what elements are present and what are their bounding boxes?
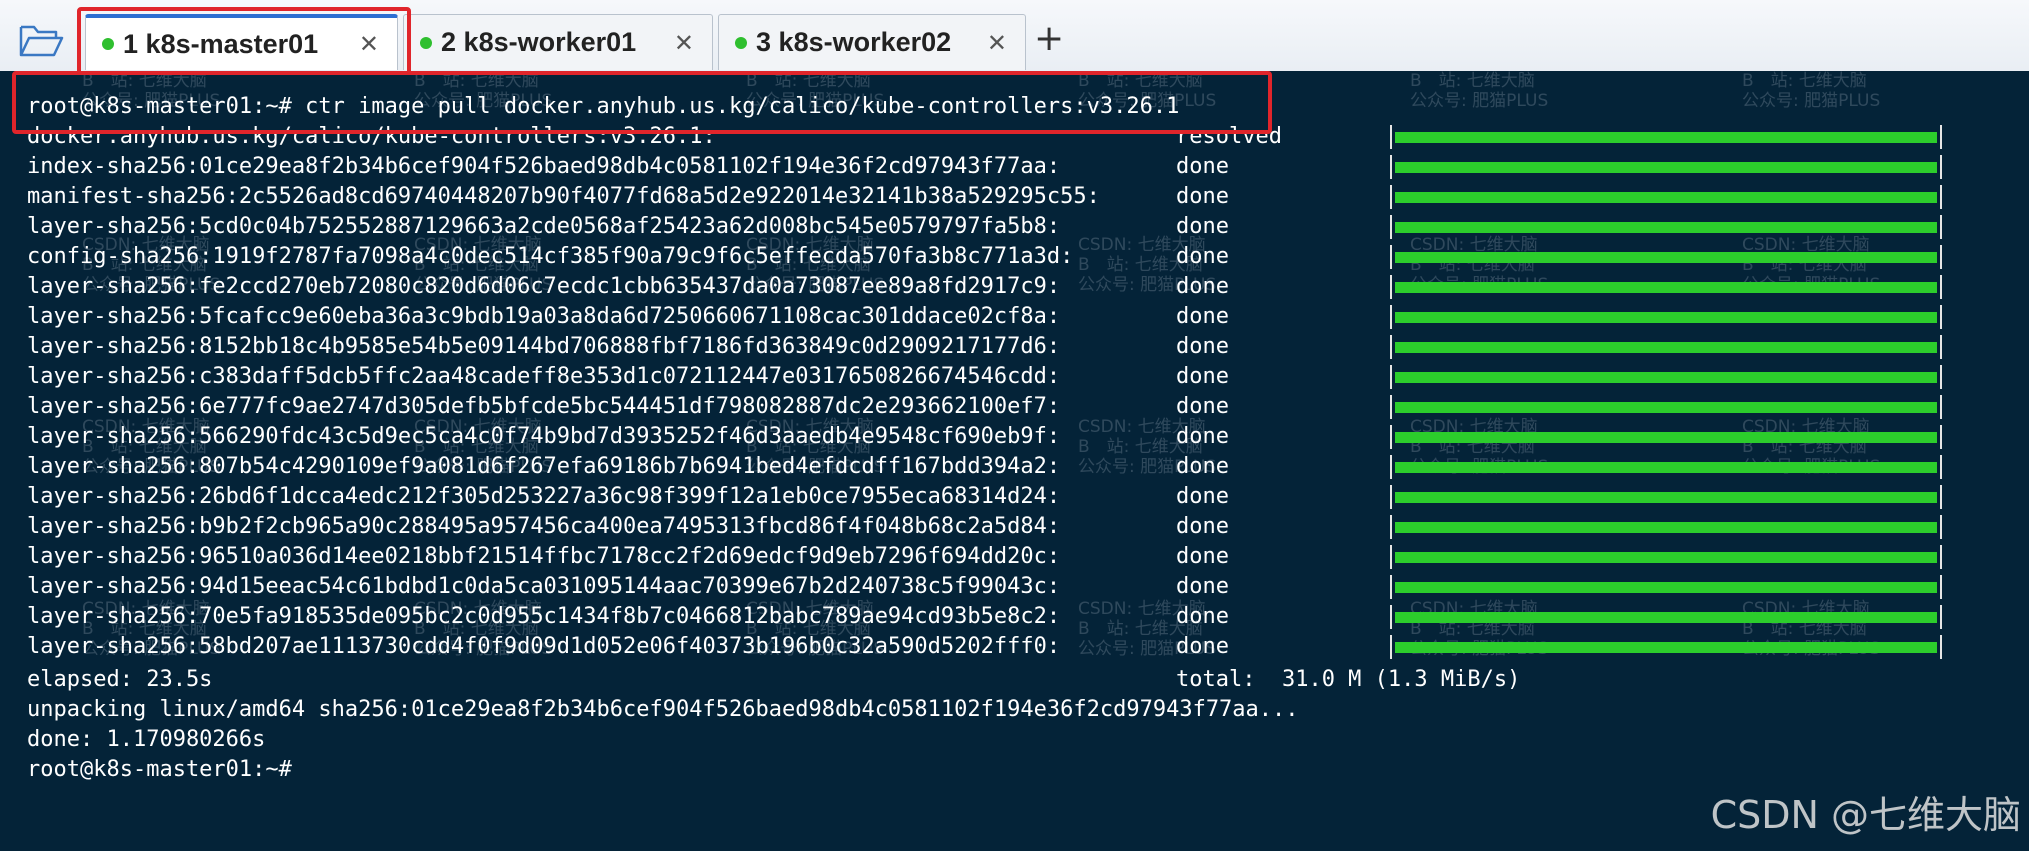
folder-open-icon[interactable] — [18, 20, 64, 60]
progress-bar-fill — [1395, 372, 1937, 383]
progress-bar-fill — [1395, 432, 1937, 443]
tab-label: 3 k8s-worker02 — [756, 27, 952, 57]
progress-row-ref: config-sha256:1919f2787fa7098a4c0dec514c… — [27, 244, 1074, 269]
progress-row-ref: layer-sha256:6e777fc9ae2747d305defb5bfcd… — [27, 394, 1061, 419]
progress-bar — [1390, 515, 1942, 539]
prompt-line: root@k8s-master01:~# — [27, 757, 292, 782]
progress-row-ref: layer-sha256:70e5fa918535de095bc2c0d955c… — [27, 604, 1061, 629]
session-tab-bar: 1 k8s-master01 ✕ 2 k8s-worker01 ✕ 3 k8s-… — [0, 0, 2029, 72]
progress-bar-fill — [1395, 522, 1937, 533]
progress-row-ref: layer-sha256:94d15eeac54c61bdbd1c0da5ca0… — [27, 574, 1061, 599]
tab-k8s-master01[interactable]: 1 k8s-master01 ✕ — [85, 14, 398, 70]
done-line: done: 1.170980266s — [27, 727, 266, 752]
progress-bar — [1390, 575, 1942, 599]
progress-bar-fill — [1395, 552, 1937, 563]
progress-row-ref: layer-sha256:96510a036d14ee0218bbf21514f… — [27, 544, 1061, 569]
terminal-output[interactable]: CSDN: 七维大脑 B 站: 七维大脑 公众号: 肥猫PLUS CSDN: 七维… — [0, 71, 2029, 851]
progress-bar-fill — [1395, 162, 1937, 173]
tab-k8s-worker02[interactable]: 3 k8s-worker02 ✕ — [718, 14, 1026, 70]
tab-k8s-worker01[interactable]: 2 k8s-worker01 ✕ — [403, 14, 713, 70]
brand-watermark: CSDN @七维大脑 — [1710, 793, 2021, 837]
progress-bar-fill — [1395, 642, 1937, 653]
progress-bar-fill — [1395, 402, 1937, 413]
progress-row-status: done — [1176, 154, 1229, 179]
progress-row-status: done — [1176, 424, 1229, 449]
connected-status-dot — [420, 36, 432, 49]
progress-bar — [1390, 155, 1942, 179]
progress-bar-fill — [1395, 462, 1937, 473]
progress-bar-fill — [1395, 312, 1937, 323]
progress-row-status: done — [1176, 364, 1229, 389]
progress-bar — [1390, 545, 1942, 569]
progress-bar-fill — [1395, 282, 1937, 293]
progress-row-status: done — [1176, 604, 1229, 629]
progress-row-status: done — [1176, 394, 1229, 419]
connected-status-dot — [102, 38, 114, 50]
progress-bar-fill — [1395, 492, 1937, 503]
progress-bar — [1390, 455, 1942, 479]
progress-bar — [1390, 245, 1942, 269]
progress-bar — [1390, 185, 1942, 209]
progress-bar — [1390, 215, 1942, 239]
progress-row-status: done — [1176, 334, 1229, 359]
progress-bar-fill — [1395, 222, 1937, 233]
add-tab-icon[interactable]: + — [1034, 18, 1064, 59]
progress-row-status: done — [1176, 244, 1229, 269]
progress-row-ref: layer-sha256:5cd0c04b752552887129663a2cd… — [27, 214, 1061, 239]
progress-row-ref: index-sha256:01ce29ea8f2b34b6cef904f526b… — [27, 154, 1061, 179]
progress-bar — [1390, 365, 1942, 389]
progress-row-status: done — [1176, 514, 1229, 539]
progress-row-ref: layer-sha256:58bd207ae1113730cdd4f0f9d09… — [27, 634, 1061, 659]
command-line: root@k8s-master01:~# ctr image pull dock… — [27, 94, 1180, 119]
progress-bar-fill — [1395, 132, 1937, 143]
progress-row-status: done — [1176, 484, 1229, 509]
progress-bar-fill — [1395, 252, 1937, 263]
progress-row-status: done — [1176, 454, 1229, 479]
progress-row-ref: layer-sha256:26bd6f1dcca4edc212f305d2532… — [27, 484, 1061, 509]
watermark-tile: CSDN: 七维大脑 B 站: 七维大脑 公众号: 肥猫PLUS — [1742, 71, 1881, 111]
progress-row-ref: manifest-sha256:2c5526ad8cd69740448207b9… — [27, 184, 1100, 209]
progress-row-ref: layer-sha256:8152bb18c4b9585e54b5e09144b… — [27, 334, 1061, 359]
progress-row-ref: layer-sha256:5fcafcc9e60eba36a3c9bdb19a0… — [27, 304, 1061, 329]
progress-bar — [1390, 425, 1942, 449]
progress-bar-fill — [1395, 582, 1937, 593]
progress-bar — [1390, 485, 1942, 509]
elapsed-line: elapsed: 23.5s — [27, 667, 213, 692]
progress-row-ref: layer-sha256:fe2ccd270eb72080c820d6d06c7… — [27, 274, 1061, 299]
progress-row-ref: layer-sha256:b9b2f2cb965a90c288495a95745… — [27, 514, 1061, 539]
progress-row-status: resolved — [1176, 124, 1282, 149]
progress-bar — [1390, 275, 1942, 299]
progress-row-status: done — [1176, 574, 1229, 599]
progress-bar — [1390, 305, 1942, 329]
progress-row-status: done — [1176, 634, 1229, 659]
progress-bar — [1390, 335, 1942, 359]
progress-bar — [1390, 125, 1942, 149]
progress-row-status: done — [1176, 184, 1229, 209]
progress-bar-fill — [1395, 342, 1937, 353]
progress-row-status: done — [1176, 304, 1229, 329]
progress-row-ref: layer-sha256:c383daff5dcb5ffc2aa48cadeff… — [27, 364, 1061, 389]
progress-bar-fill — [1395, 192, 1937, 203]
close-tab-icon[interactable]: ✕ — [359, 30, 379, 58]
close-tab-icon[interactable]: ✕ — [674, 29, 694, 57]
watermark-tile: CSDN: 七维大脑 B 站: 七维大脑 公众号: 肥猫PLUS — [1410, 71, 1549, 111]
connected-status-dot — [735, 36, 747, 49]
unpacking-line: unpacking linux/amd64 sha256:01ce29ea8f2… — [27, 697, 1299, 722]
progress-row-status: done — [1176, 544, 1229, 569]
progress-bar — [1390, 635, 1942, 659]
tab-label: 1 k8s-master01 — [123, 28, 319, 59]
progress-row-status: done — [1176, 214, 1229, 239]
progress-bar — [1390, 395, 1942, 419]
progress-row-status: done — [1176, 274, 1229, 299]
progress-row-ref: layer-sha256:566290fdc43c5d9ec5ca4c0f74b… — [27, 424, 1061, 449]
progress-bar — [1390, 605, 1942, 629]
tab-label: 2 k8s-worker01 — [441, 27, 637, 57]
progress-bar-fill — [1395, 612, 1937, 623]
progress-row-ref: layer-sha256:807b54c4290109ef9a081d6f267… — [27, 454, 1061, 479]
total-line: total: 31.0 M (1.3 MiB/s) — [1176, 667, 1521, 692]
progress-row-ref: docker.anyhub.us.kg/calico/kube-controll… — [27, 124, 716, 149]
close-tab-icon[interactable]: ✕ — [987, 29, 1007, 57]
